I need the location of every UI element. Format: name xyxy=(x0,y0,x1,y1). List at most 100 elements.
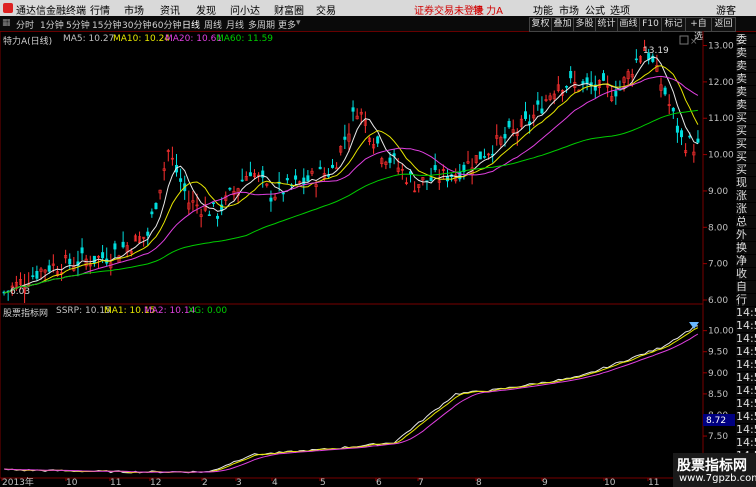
candle-body xyxy=(31,275,35,277)
side-panel-item: 买一 xyxy=(736,112,756,124)
candle-body xyxy=(92,255,96,264)
low-annotation: 6.03 xyxy=(10,287,30,297)
watermark: 股票指标网 www.7gpzb.com xyxy=(673,453,756,487)
candle-body xyxy=(581,81,585,85)
candle-body xyxy=(326,175,330,177)
price-tick-label: 13.00 xyxy=(708,42,734,52)
side-panel-item: 卖二 xyxy=(736,86,756,98)
candle-body xyxy=(306,175,310,182)
candle-body xyxy=(602,73,606,81)
side-panel-item: 14:5 xyxy=(736,437,756,449)
side-panel-item: 卖一 xyxy=(736,99,756,111)
side-panel-item: 总量 xyxy=(736,216,756,228)
side-panel-item: 14:5 xyxy=(736,333,756,345)
chart-area[interactable]: × 13.00 12.00 11.00 10.00 9.00 8.00 7.00 6.00 1… xyxy=(0,0,756,487)
side-panel-item: 14:5 xyxy=(736,320,756,332)
candle-body xyxy=(458,171,462,180)
x-axis-label: 11 xyxy=(648,478,659,487)
x-axis-label: 10 xyxy=(66,478,78,487)
candle-body xyxy=(351,107,355,112)
sub-value-highlight-label: 8.72 xyxy=(706,416,726,426)
candle-body xyxy=(343,136,347,140)
candle-body xyxy=(294,175,298,180)
x-axis-label: 12 xyxy=(150,478,161,487)
candle-body xyxy=(150,211,154,215)
side-panel-item: 行情 xyxy=(736,294,756,306)
candle-body xyxy=(663,87,667,95)
candle-body xyxy=(80,247,84,254)
restore-icon[interactable] xyxy=(679,35,689,45)
candle-body xyxy=(302,177,306,185)
side-panel-item: 自动 xyxy=(736,281,756,293)
close-icon[interactable]: × xyxy=(690,37,698,47)
candle-body xyxy=(285,178,289,181)
candle-body xyxy=(634,58,638,61)
sub-tick-label: 9.00 xyxy=(708,369,728,379)
candle-body xyxy=(614,90,618,97)
side-panel-item: 14:5 xyxy=(736,385,756,397)
x-axis-label: 7 xyxy=(418,478,424,487)
candle-body xyxy=(281,192,285,195)
side-panel-item: 卖三 xyxy=(736,73,756,85)
x-axis-label: 11 xyxy=(110,478,121,487)
side-panel-item: 买三 xyxy=(736,138,756,150)
candle-body xyxy=(113,243,117,250)
candle-body xyxy=(376,136,380,144)
side-panel-item: 卖五 xyxy=(736,47,756,59)
candle-body xyxy=(569,70,573,79)
candle-body xyxy=(35,271,39,279)
candle-body xyxy=(696,138,700,143)
sub-line-ssrp xyxy=(4,325,698,474)
side-panel-item: 涨跌 xyxy=(736,190,756,202)
side-panel-item: 外盘 xyxy=(736,229,756,241)
side-panel-item: 14:5 xyxy=(736,398,756,410)
candle-body xyxy=(429,177,433,181)
candle-body xyxy=(523,111,527,119)
candlestick-series xyxy=(2,39,700,304)
candle-body xyxy=(585,77,589,84)
side-panel-item: 现价 xyxy=(736,177,756,189)
side-panel-item: 委比 xyxy=(736,34,756,46)
candle-body xyxy=(482,156,486,158)
watermark-url: www.7gpzb.com xyxy=(679,473,756,484)
candle-body xyxy=(269,197,273,202)
price-tick-label: 6.00 xyxy=(708,296,728,306)
candle-body xyxy=(68,258,72,265)
x-axis-label: 5 xyxy=(320,478,326,487)
sub-tick-label: 10.00 xyxy=(708,327,734,337)
candle-body xyxy=(207,214,211,216)
price-tick-label: 11.00 xyxy=(708,114,734,124)
side-panel-item: 涨幅 xyxy=(736,203,756,215)
candle-body xyxy=(680,130,684,138)
candle-body xyxy=(388,157,392,163)
watermark-title: 股票指标网 xyxy=(677,458,747,474)
side-panel-item: 14:5 xyxy=(736,346,756,358)
sub-tick-label: 9.50 xyxy=(708,348,728,358)
x-axis-label: 8 xyxy=(476,478,482,487)
candle-body xyxy=(675,125,679,133)
candle-body xyxy=(507,120,511,128)
candle-body xyxy=(318,166,322,170)
candle-body xyxy=(540,108,544,114)
x-axis-label: 2 xyxy=(202,478,208,487)
price-tick-label: 9.00 xyxy=(708,187,728,197)
side-panel-item: 14:5 xyxy=(736,372,756,384)
price-tick-label: 7.00 xyxy=(708,260,728,270)
candle-body xyxy=(433,165,437,171)
candle-body xyxy=(565,86,569,88)
side-panel-item: 14:5 xyxy=(736,411,756,423)
candle-body xyxy=(216,215,220,219)
x-axis-label: 9 xyxy=(542,478,548,487)
side-panel-item: 14:5 xyxy=(736,424,756,436)
sub-line-ma1 xyxy=(4,327,699,474)
side-panel-item: 买五 xyxy=(736,164,756,176)
candle-body xyxy=(240,179,244,182)
sub-tick-label: 8.50 xyxy=(708,390,728,400)
candle-body xyxy=(671,107,675,112)
candle-body xyxy=(331,164,335,168)
candle-body xyxy=(154,202,158,210)
sub-line-ma2 xyxy=(4,333,699,473)
candle-body xyxy=(478,151,482,160)
x-axis-label: 2013年 xyxy=(2,476,34,487)
x-axis-label: 3 xyxy=(236,478,242,487)
